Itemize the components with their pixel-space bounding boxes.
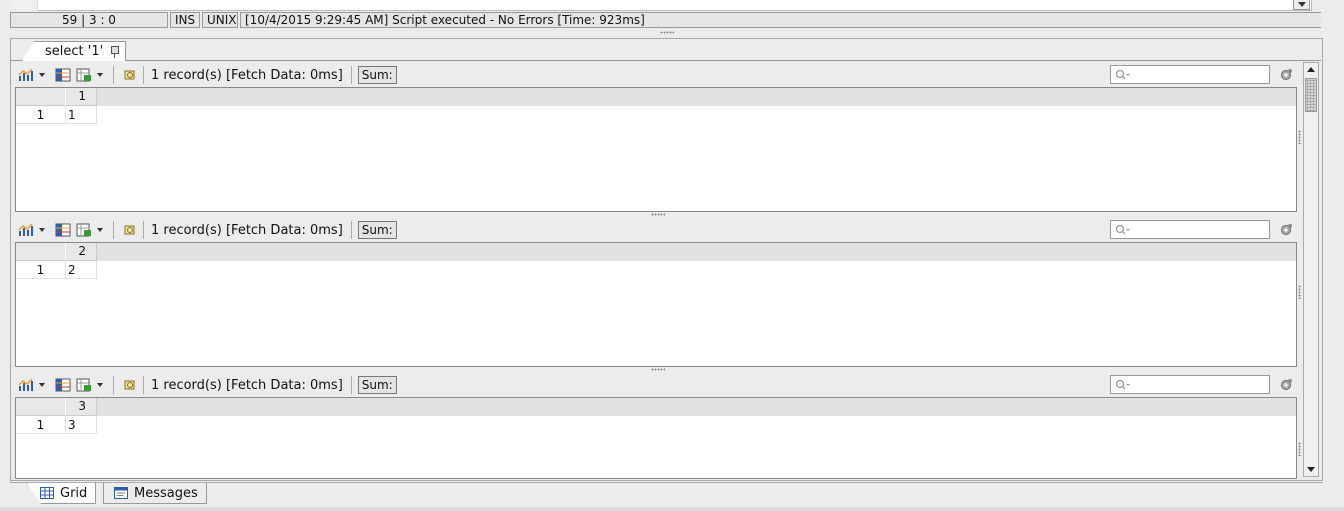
column-header[interactable]: 1 [66,88,97,106]
tab-messages[interactable]: Messages [103,483,207,504]
status-message: [10/4/2015 9:29:45 AM] Script executed -… [240,12,1321,28]
toolbar-separator [113,376,114,394]
tab-grid-label: Grid [60,485,88,501]
toolbar-separator [350,221,352,239]
messages-icon [114,487,128,499]
chevron-down-icon[interactable] [39,228,45,232]
resize-grip[interactable] [1298,130,1301,144]
tab-select-1[interactable]: select '1' [22,41,127,61]
chevron-down-icon[interactable] [97,228,103,232]
chevron-down-icon[interactable] [97,383,103,387]
insert-mode: INS [170,12,200,28]
sum-button[interactable]: Sum: [357,376,397,394]
grid-corner[interactable] [16,398,66,416]
resize-grip[interactable] [1298,285,1301,299]
scroll-down-button[interactable] [1304,463,1318,475]
arrow-down-icon [1307,466,1315,472]
results-grid[interactable]: 3 1 3 [15,397,1301,479]
toolbar-separator [113,66,114,84]
chevron-down-icon[interactable] [97,73,103,77]
tab-label: select '1' [45,43,104,59]
column-header[interactable]: 3 [66,398,97,416]
search-icon [1115,379,1130,389]
row-number[interactable]: 1 [16,261,66,279]
pin-icon[interactable] [109,45,120,58]
settings-icon[interactable] [1279,223,1293,237]
arrow-up-icon [1307,66,1315,72]
grid-header: 1 [16,88,1296,106]
filter-input[interactable] [1110,65,1270,84]
toolbar-separator [143,376,144,394]
row-number[interactable]: 1 [16,416,66,434]
search-icon [1115,69,1130,79]
filter-input[interactable] [1110,375,1270,394]
settings-icon[interactable] [1279,68,1293,82]
grid-toolbar: 1 record(s) [Fetch Data: 0ms] Sum: [14,63,1297,87]
chart-icon[interactable] [17,222,35,238]
results-grid[interactable]: 1 1 1 [15,87,1301,212]
splitter-grip[interactable] [660,31,674,34]
editor-dropdown-button[interactable] [1293,0,1310,10]
window-bottom-edge [0,507,1344,511]
toolbar-separator [350,376,352,394]
toolbar-separator [350,66,352,84]
search-icon [1115,224,1130,234]
record-count: 1 record(s) [Fetch Data: 0ms] [151,222,343,238]
grid-toolbar: 1 record(s) [Fetch Data: 0ms] Sum: [14,373,1297,397]
row-number[interactable]: 1 [16,106,66,124]
splitter-grip[interactable] [651,368,665,371]
toolbar-separator [143,66,144,84]
scroll-up-button[interactable] [1304,63,1318,75]
splitter-grip[interactable] [651,213,665,216]
columns-icon[interactable] [54,377,72,393]
vertical-scrollbar[interactable] [1303,62,1319,477]
grid-icon [40,487,54,499]
export-icon[interactable] [75,377,93,393]
grid-corner[interactable] [16,88,66,106]
sql-editor-area[interactable] [10,0,1312,11]
tab-messages-label: Messages [134,485,198,501]
sum-button[interactable]: Sum: [357,66,397,84]
refresh-icon[interactable] [121,222,139,238]
grid-header: 2 [16,243,1296,261]
grid-corner[interactable] [16,243,66,261]
column-header[interactable]: 2 [66,243,97,261]
chevron-down-icon [1297,2,1306,7]
chevron-down-icon[interactable] [39,73,45,77]
export-icon[interactable] [75,67,93,83]
settings-icon[interactable] [1279,378,1293,392]
record-count: 1 record(s) [Fetch Data: 0ms] [151,67,343,83]
line-ending: UNIX [202,12,238,28]
grid-header: 3 [16,398,1296,416]
cursor-position: 59 | 3 : 0 [10,12,168,28]
toolbar-separator [113,221,114,239]
refresh-icon[interactable] [121,377,139,393]
toolbar-separator [143,221,144,239]
export-icon[interactable] [75,222,93,238]
grid-cell[interactable]: 2 [66,261,97,279]
status-bar: 59 | 3 : 0 INS UNIX [10/4/2015 9:29:45 A… [10,12,1323,29]
sum-button[interactable]: Sum: [357,221,397,239]
columns-icon[interactable] [54,67,72,83]
grid-cell[interactable]: 3 [66,416,97,434]
chart-icon[interactable] [17,67,35,83]
record-count: 1 record(s) [Fetch Data: 0ms] [151,377,343,393]
scrollbar-thumb[interactable] [1305,78,1317,112]
chevron-down-icon[interactable] [39,383,45,387]
columns-icon[interactable] [54,222,72,238]
bottom-tabs-divider [10,482,1323,483]
chart-icon[interactable] [17,377,35,393]
grid-toolbar: 1 record(s) [Fetch Data: 0ms] Sum: [14,218,1297,242]
editor-gutter [10,0,38,11]
results-grid[interactable]: 2 1 2 [15,242,1301,367]
filter-input[interactable] [1110,220,1270,239]
tab-grid[interactable]: Grid [27,483,97,504]
tab-divider [11,60,1321,61]
resize-grip[interactable] [1298,442,1301,456]
grid-cell[interactable]: 1 [66,106,97,124]
refresh-icon[interactable] [121,67,139,83]
